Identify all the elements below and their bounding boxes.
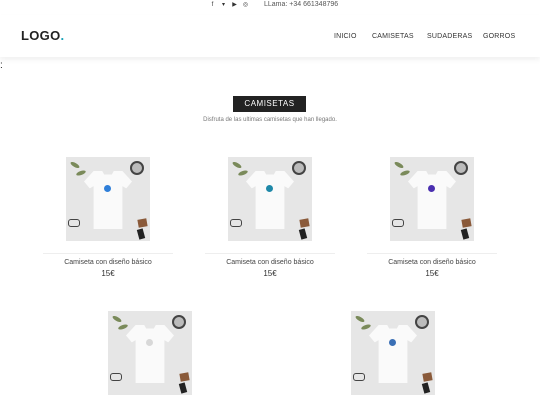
product-name[interactable]: Camiseta con diseño básico — [367, 259, 497, 266]
product-image[interactable] — [66, 157, 150, 241]
tshirt-image — [84, 171, 132, 229]
topbar: f ▾ ▶ ◎ LLama: +34 661348796 — [0, 0, 540, 12]
phone-text: LLama: +34 661348796 — [264, 1, 339, 8]
product-price: 15€ — [425, 269, 439, 278]
nav-sudaderas[interactable]: SUDADERAS — [427, 33, 472, 40]
product-image[interactable] — [351, 311, 435, 395]
product-card[interactable] — [85, 311, 215, 395]
print-emblem — [389, 339, 396, 346]
product-price: 15€ — [101, 269, 115, 278]
youtube-icon[interactable]: ▶ — [231, 2, 238, 9]
product-image[interactable] — [390, 157, 474, 241]
social-links: f ▾ ▶ ◎ — [209, 2, 249, 9]
tshirt-image — [126, 325, 174, 383]
print-emblem — [266, 185, 273, 192]
print-emblem — [146, 339, 153, 346]
tshirt-image — [408, 171, 456, 229]
print-emblem — [428, 185, 435, 192]
main-nav: INICIO CAMISETAS SUDADERAS GORROS — [0, 33, 540, 43]
site-header: LOGO. INICIO CAMISETAS SUDADERAS GORROS — [0, 15, 540, 57]
product-card[interactable] — [328, 311, 458, 395]
product-card[interactable]: Camiseta con diseño básico 15€ — [43, 157, 173, 278]
product-name[interactable]: Camiseta con diseño básico — [205, 259, 335, 266]
product-name[interactable]: Camiseta con diseño básico — [43, 259, 173, 266]
nav-camisetas[interactable]: CAMISETAS — [372, 33, 414, 40]
section-title: CAMISETAS — [233, 96, 306, 112]
facebook-icon[interactable]: f — [209, 2, 216, 9]
product-card[interactable]: Camiseta con diseño básico 15€ — [367, 157, 497, 278]
product-price: 15€ — [263, 269, 277, 278]
print-emblem — [104, 185, 111, 192]
tshirt-image — [369, 325, 417, 383]
tshirt-image — [246, 171, 294, 229]
section-subtitle: Disfruta de las ultimas camisetas que ha… — [203, 117, 337, 123]
twitter-icon[interactable]: ▾ — [220, 2, 227, 9]
product-card[interactable]: Camiseta con diseño básico 15€ — [205, 157, 335, 278]
product-image[interactable] — [228, 157, 312, 241]
nav-gorros[interactable]: GORROS — [483, 33, 515, 40]
stray-character: : — [0, 60, 3, 71]
instagram-icon[interactable]: ◎ — [242, 2, 249, 9]
nav-inicio[interactable]: INICIO — [334, 33, 357, 40]
product-image[interactable] — [108, 311, 192, 395]
